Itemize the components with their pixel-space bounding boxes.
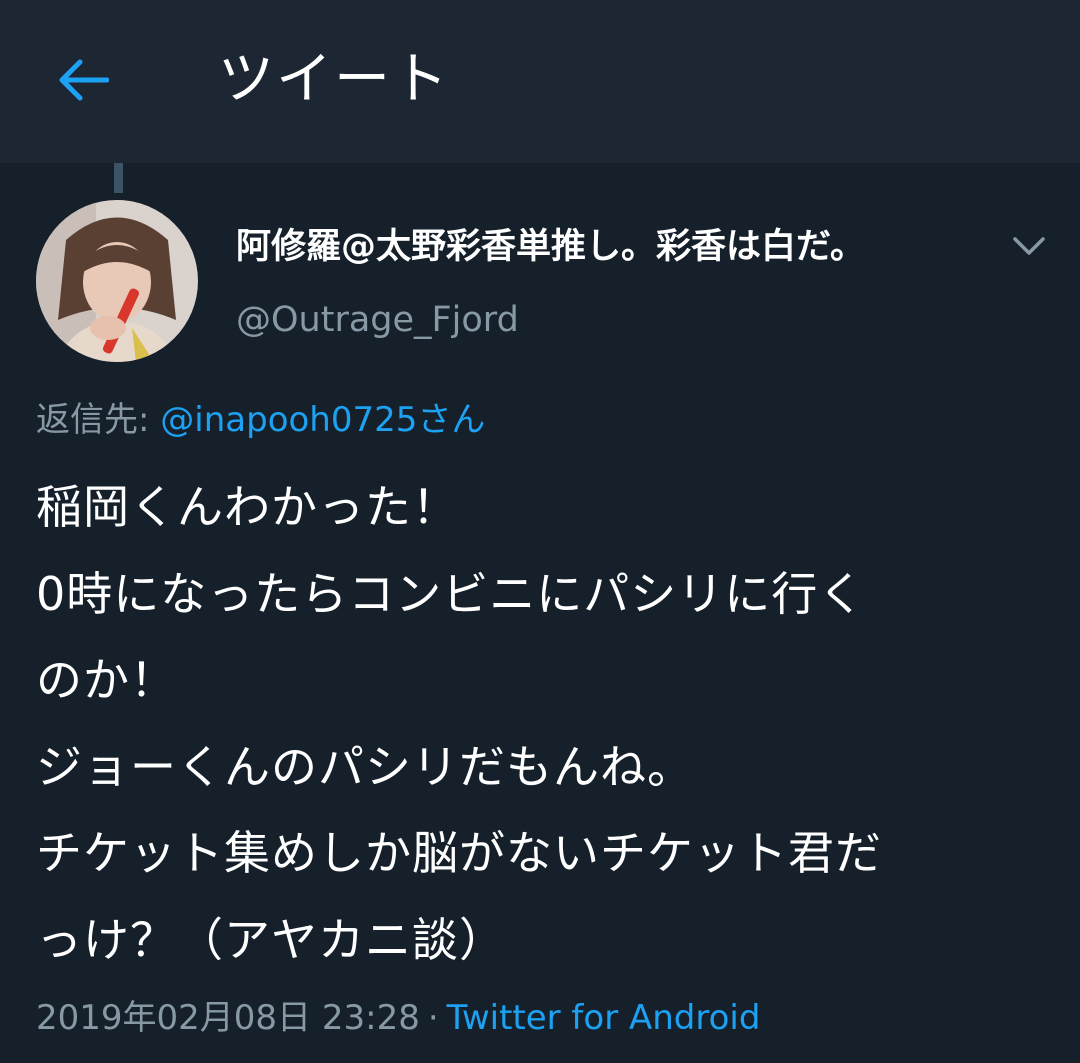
tweet-text: 稲岡くんわかった！ 0時になったらコンビニにパシリに行く のか！ ジョーくんのパ… xyxy=(36,464,1056,983)
reply-to-user-link[interactable]: @inapooh0725さん xyxy=(160,400,485,440)
tweet-timestamp[interactable]: 2019年02月08日 23:28 xyxy=(36,998,420,1038)
arrow-left-icon xyxy=(59,59,109,101)
tweet-text-line: のか！ xyxy=(36,653,177,707)
user-avatar-icon xyxy=(36,200,198,362)
tweet-meta: 2019年02月08日 23:28 · Twitter for Android xyxy=(36,994,760,1042)
page-title: ツイート xyxy=(218,47,450,112)
tweet-menu-button[interactable] xyxy=(1006,226,1052,266)
back-button[interactable] xyxy=(50,50,116,110)
tweet-text-line: ジョーくんのパシリだもんね。 xyxy=(36,739,694,794)
chevron-down-icon xyxy=(1013,237,1045,255)
author-handle[interactable]: @Outrage_Fjord xyxy=(236,296,519,344)
app-header: ツイート xyxy=(0,0,1080,163)
tweet-text-line: っけ？（アヤカニ談） xyxy=(36,912,506,967)
tweet-text-line: 0時になったらコンビニにパシリに行く xyxy=(36,566,866,621)
reply-context: 返信先: @inapooh0725さん xyxy=(36,396,485,444)
tweet-text-line: 稲岡くんわかった！ xyxy=(36,480,459,534)
reply-label: 返信先: xyxy=(36,400,150,440)
tweet-source-link[interactable]: Twitter for Android xyxy=(447,998,761,1038)
avatar[interactable] xyxy=(36,200,198,362)
tweet-text-line: チケット集めしか脳がないチケット君だ xyxy=(36,826,882,880)
thread-connector-line xyxy=(114,163,123,193)
meta-separator: · xyxy=(427,998,439,1038)
author-display-name[interactable]: 阿修羅@太野彩香単推し。彩香は白だ。 xyxy=(236,222,865,272)
